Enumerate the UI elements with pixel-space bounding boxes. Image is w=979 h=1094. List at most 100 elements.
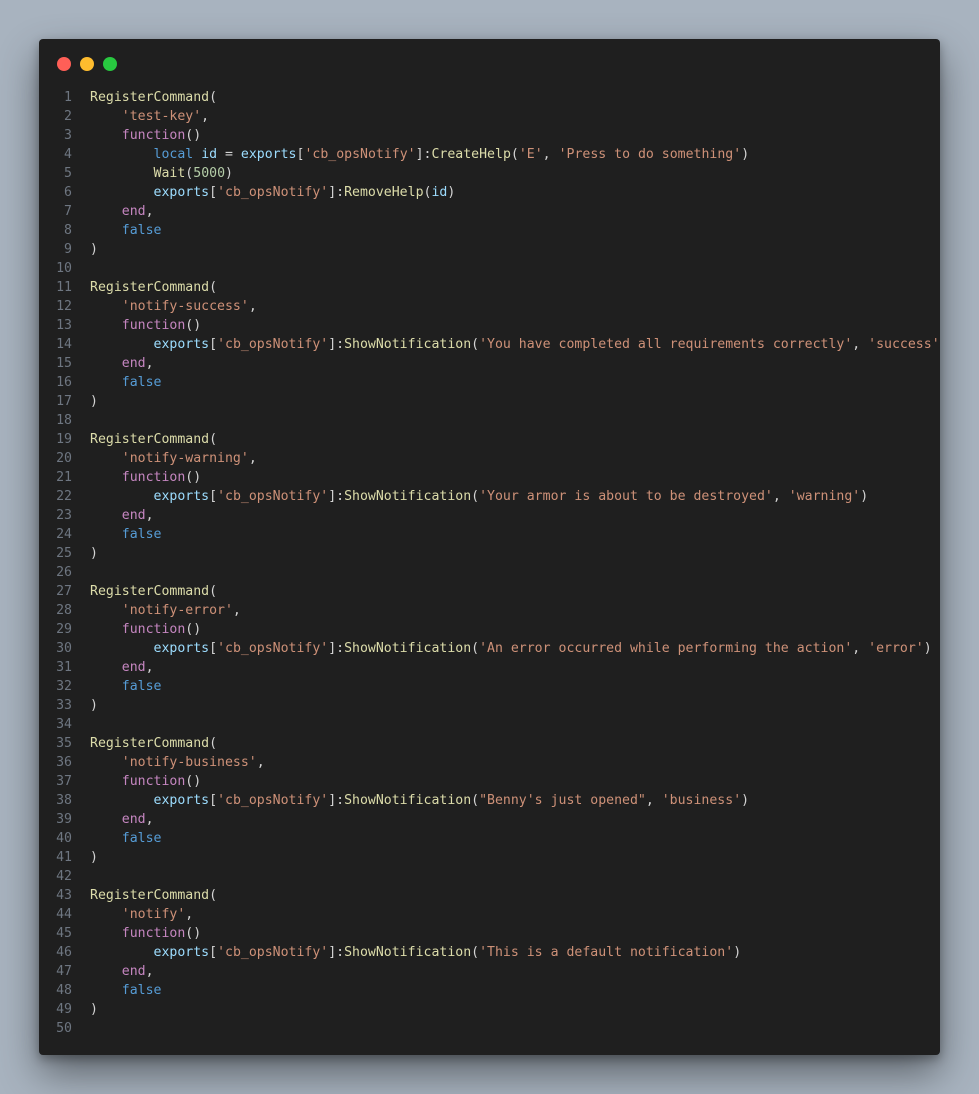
code-token: RegisterCommand	[90, 432, 210, 447]
line-number: 24	[56, 527, 72, 542]
line-number: 50	[56, 1021, 72, 1036]
line-number: 43	[56, 888, 72, 903]
close-window-button[interactable]	[57, 57, 71, 71]
line-number: 31	[56, 660, 72, 675]
code-token: (	[209, 90, 218, 105]
code-token: [	[209, 489, 218, 504]
code-token: 'warning'	[788, 489, 861, 504]
line-code: exports['cb_opsNotify']:ShowNotification…	[90, 791, 750, 810]
line-code: )	[90, 696, 98, 715]
code-line: 32 false	[39, 677, 940, 696]
code-token: ,	[852, 337, 869, 352]
code-line: 22 exports['cb_opsNotify']:ShowNotificat…	[39, 487, 940, 506]
line-number: 34	[56, 717, 72, 732]
code-line: 8 false	[39, 221, 940, 240]
code-token: ]:	[328, 641, 345, 656]
code-token: )	[90, 394, 98, 409]
code-token: ,	[145, 812, 154, 827]
code-line: 27 RegisterCommand(	[39, 582, 940, 601]
code-line: 4 local id = exports['cb_opsNotify']:Cre…	[39, 145, 940, 164]
line-number: 25	[56, 546, 72, 561]
code-token: end	[121, 812, 146, 827]
line-number: 44	[56, 907, 72, 922]
code-line: 47 end,	[39, 962, 940, 981]
code-line: 41)	[39, 848, 940, 867]
code-token: 'business'	[661, 793, 742, 808]
code-line: 7 end,	[39, 202, 940, 221]
code-token: (	[471, 641, 480, 656]
code-line: 30 exports['cb_opsNotify']:ShowNotificat…	[39, 639, 940, 658]
code-token: ()	[185, 622, 202, 637]
line-number: 6	[64, 185, 72, 200]
code-window: 1 RegisterCommand(2 'test-key', 3 function…	[39, 39, 940, 1055]
line-code: )	[90, 544, 98, 563]
code-token: ()	[185, 470, 202, 485]
code-line: 10	[39, 259, 940, 278]
code-token: exports	[153, 185, 210, 200]
code-token: )	[733, 945, 742, 960]
code-token: 'test-key'	[121, 109, 202, 124]
code-token: 'This is a default notification'	[479, 945, 734, 960]
minimize-window-button[interactable]	[80, 57, 94, 71]
code-token: (	[471, 945, 480, 960]
line-number: 33	[56, 698, 72, 713]
line-code: )	[90, 1000, 98, 1019]
code-token: (	[471, 337, 480, 352]
code-line: 46 exports['cb_opsNotify']:ShowNotificat…	[39, 943, 940, 962]
code-token: ,	[185, 907, 194, 922]
line-number: 18	[56, 413, 72, 428]
code-token: RegisterCommand	[90, 280, 210, 295]
line-number: 40	[56, 831, 72, 846]
line-code: RegisterCommand(	[90, 582, 217, 601]
code-token: ()	[185, 774, 202, 789]
line-code: end,	[90, 506, 154, 525]
line-number: 49	[56, 1002, 72, 1017]
line-number: 16	[56, 375, 72, 390]
line-code: function()	[90, 126, 201, 145]
code-token: ,	[145, 356, 154, 371]
code-token: exports	[153, 641, 210, 656]
code-token: exports	[153, 337, 210, 352]
code-line: 16 false	[39, 373, 940, 392]
line-number: 12	[56, 299, 72, 314]
code-line: 14 exports['cb_opsNotify']:ShowNotificat…	[39, 335, 940, 354]
code-line: 23 end,	[39, 506, 940, 525]
code-token: false	[121, 223, 162, 238]
code-line: 13 function()	[39, 316, 940, 335]
line-code: exports['cb_opsNotify']:ShowNotification…	[90, 943, 742, 962]
code-token: 'cb_opsNotify'	[217, 793, 329, 808]
line-code: 'notify-business',	[90, 753, 265, 772]
line-number: 10	[56, 261, 72, 276]
code-token: [	[209, 185, 218, 200]
line-number: 32	[56, 679, 72, 694]
line-code: false	[90, 829, 162, 848]
code-token: ShowNotification	[344, 945, 472, 960]
line-number: 2	[64, 109, 72, 124]
code-token: ,	[232, 603, 241, 618]
code-line: 19 RegisterCommand(	[39, 430, 940, 449]
code-token: RegisterCommand	[90, 736, 210, 751]
code-token: ShowNotification	[344, 337, 472, 352]
code-line: 17)	[39, 392, 940, 411]
code-token: )	[741, 793, 750, 808]
code-line: 43 RegisterCommand(	[39, 886, 940, 905]
code-line: 50	[39, 1019, 940, 1038]
code-token: false	[121, 983, 162, 998]
code-token: id	[201, 147, 218, 162]
code-token: 'Press to do something'	[558, 147, 742, 162]
maximize-window-button[interactable]	[103, 57, 117, 71]
code-line: 35 RegisterCommand(	[39, 734, 940, 753]
